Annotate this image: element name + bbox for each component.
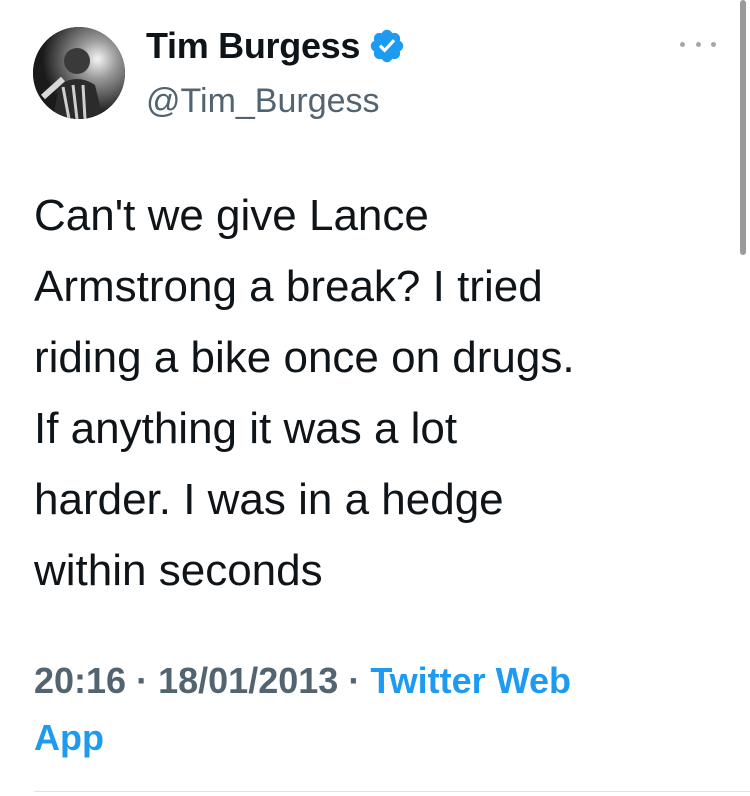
more-dot bbox=[695, 41, 701, 47]
more-options-icon[interactable] bbox=[680, 34, 716, 54]
tweet-text-line: harder. I was in a hedge bbox=[34, 475, 504, 524]
meta-separator: · bbox=[136, 660, 149, 701]
avatar[interactable] bbox=[33, 27, 125, 119]
tweet-date[interactable]: 18/01/2013 bbox=[158, 660, 338, 701]
divider bbox=[34, 791, 750, 792]
more-dot bbox=[711, 41, 716, 47]
tweet-text-line: riding a bike once on drugs. bbox=[34, 333, 575, 382]
verified-badge-icon bbox=[370, 29, 404, 63]
tweet-text: Can't we give Lance Armstrong a break? I… bbox=[34, 180, 734, 606]
scrollbar[interactable] bbox=[740, 0, 746, 255]
tweet-source-text[interactable]: App bbox=[34, 717, 104, 758]
author-handle[interactable]: @Tim_Burgess bbox=[146, 80, 380, 122]
tweet-text-line: Can't we give Lance bbox=[34, 191, 429, 240]
tweet-text-line: If anything it was a lot bbox=[34, 404, 458, 453]
tweet-text-line: within seconds bbox=[34, 546, 323, 595]
tweet-metadata: 20:16 · 18/01/2013 · Twitter Web App bbox=[34, 652, 724, 766]
tweet-time[interactable]: 20:16 bbox=[34, 660, 126, 701]
tweet-text-line: Armstrong a break? I tried bbox=[34, 262, 543, 311]
more-dot bbox=[680, 41, 685, 47]
tweet-source-text[interactable]: Twitter Web bbox=[370, 660, 571, 701]
meta-separator: · bbox=[348, 660, 361, 701]
profile-photo bbox=[33, 27, 125, 119]
author-display-name[interactable]: Tim Burgess bbox=[146, 24, 406, 68]
author-name-text[interactable]: Tim Burgess bbox=[146, 24, 360, 68]
